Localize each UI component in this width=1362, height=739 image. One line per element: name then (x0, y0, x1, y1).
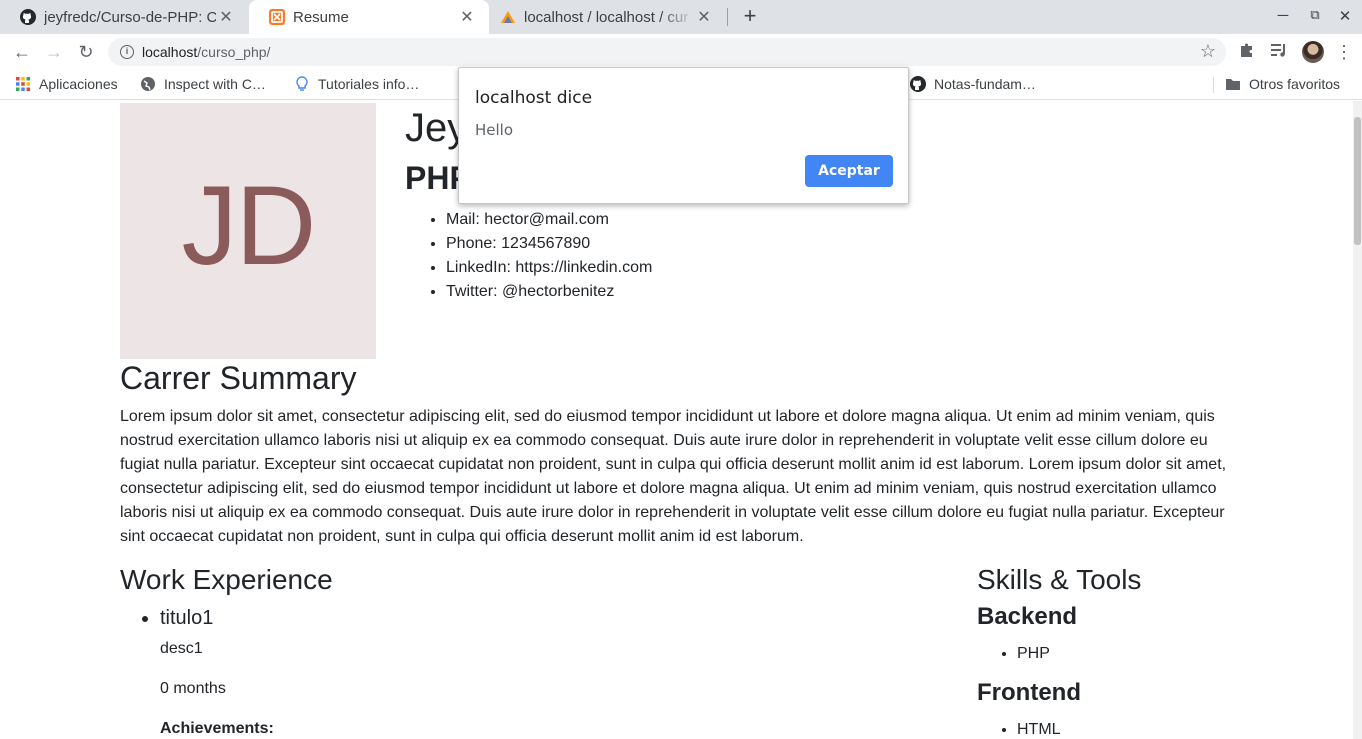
bookmark-label: Notas-fundam… (934, 76, 1036, 92)
contact-linkedin: LinkedIn: https://linkedin.com (446, 256, 652, 280)
info-icon[interactable]: i (120, 45, 134, 59)
bookmark-inspect[interactable]: Inspect with C… (140, 76, 266, 92)
bookmark-label: Otros favoritos (1249, 76, 1341, 92)
browser-toolbar: ← → ↻ i localhost/curso_php/ ☆ ⋮ (0, 34, 1362, 70)
bookmark-notas[interactable]: Notas-fundam… (910, 76, 1036, 92)
minimize-icon[interactable]: ─ (1274, 7, 1292, 24)
back-icon[interactable]: ← (10, 40, 34, 64)
work-experience-heading: Work Experience (120, 564, 333, 595)
menu-kebab-icon[interactable]: ⋮ (1334, 42, 1354, 62)
backend-skill: PHP (1017, 644, 1050, 664)
profile-avatar[interactable] (1302, 41, 1324, 63)
bookmark-star-icon[interactable]: ☆ (1200, 41, 1216, 62)
close-icon[interactable]: ✕ (216, 7, 236, 27)
bookmark-tutoriales[interactable]: Tutoriales info… (294, 76, 419, 92)
github-icon (910, 76, 926, 92)
summary-text: Lorem ipsum dolor sit amet, consectetur … (120, 408, 1227, 545)
bookmark-otros-favoritos[interactable]: Otros favoritos (1225, 76, 1340, 92)
work-list: titulo1 (160, 605, 213, 631)
tab-github[interactable]: jeyfredc/Curso-de-PHP: Cu ✕ (0, 0, 248, 34)
work-item-title: titulo1 (160, 605, 213, 631)
reload-icon[interactable]: ↻ (74, 40, 98, 64)
github-icon (20, 9, 36, 25)
tab-title: Resume (293, 8, 349, 26)
window-close-icon[interactable]: ✕ (1336, 7, 1354, 25)
tab-title: localhost / localhost / cur (524, 8, 689, 26)
xampp-icon (269, 9, 285, 25)
forward-icon[interactable]: → (42, 40, 66, 64)
tab-resume[interactable]: Resume ✕ (249, 0, 489, 34)
work-item-description: desc1 (160, 640, 203, 657)
scrollbar-thumb[interactable] (1354, 117, 1361, 245)
bookmark-aplicaciones[interactable]: Aplicaciones (15, 76, 118, 92)
tab-divider (727, 8, 728, 26)
work-item-achievements-label: Achievements: (160, 720, 274, 737)
bulb-icon (296, 76, 308, 91)
frontend-heading: Frontend (977, 679, 1081, 706)
accept-button[interactable]: Aceptar (805, 155, 893, 187)
bookmark-label: Aplicaciones (39, 76, 118, 92)
apps-grid-icon (16, 77, 30, 91)
tab-phpmyadmin[interactable]: localhost / localhost / cur ✕ (480, 0, 726, 34)
address-bar[interactable]: i localhost/curso_php/ ☆ (108, 38, 1226, 66)
frontend-list: HTML (1017, 720, 1061, 739)
url-host: localhost (142, 44, 198, 60)
contact-twitter: Twitter: @hectorbenitez (446, 280, 652, 304)
extensions-icon[interactable] (1237, 42, 1257, 62)
summary-heading: Carrer Summary (120, 360, 357, 396)
frontend-skill: HTML (1017, 720, 1061, 739)
page-scrollbar[interactable] (1353, 101, 1362, 739)
phpmyadmin-icon (501, 11, 515, 23)
bookmark-label: Inspect with C… (164, 76, 266, 92)
bookmark-label: Tutoriales info… (318, 76, 420, 92)
tab-strip: jeyfredc/Curso-de-PHP: Cu ✕ Resume ✕ loc… (0, 0, 1362, 34)
media-queue-icon[interactable] (1269, 42, 1289, 62)
url-path: /curso_php/ (197, 44, 271, 60)
skills-heading: Skills & Tools (977, 564, 1142, 595)
dialog-message: Hello (475, 121, 514, 139)
bookmarks-divider (1213, 77, 1214, 93)
contact-phone: Phone: 1234567890 (446, 232, 652, 256)
alert-dialog: localhost dice Hello Aceptar (458, 67, 909, 204)
url-text: localhost/curso_php/ (142, 44, 270, 60)
profile-photo: JD (120, 103, 376, 359)
globe-icon (141, 77, 155, 91)
backend-list: PHP (1017, 644, 1050, 664)
restore-icon[interactable]: ⧉ (1306, 7, 1324, 23)
close-icon[interactable]: ✕ (694, 7, 714, 27)
tab-title: jeyfredc/Curso-de-PHP: Cu (44, 8, 216, 26)
folder-icon (1226, 79, 1240, 90)
close-icon[interactable]: ✕ (457, 7, 477, 27)
new-tab-button[interactable]: + (738, 4, 762, 28)
contact-mail: Mail: hector@mail.com (446, 208, 652, 232)
backend-heading: Backend (977, 603, 1078, 630)
dialog-title: localhost dice (475, 88, 593, 108)
profile-initials: JD (181, 163, 317, 288)
work-item-duration: 0 months (160, 680, 226, 697)
contact-list: Mail: hector@mail.com Phone: 1234567890 … (446, 208, 652, 304)
